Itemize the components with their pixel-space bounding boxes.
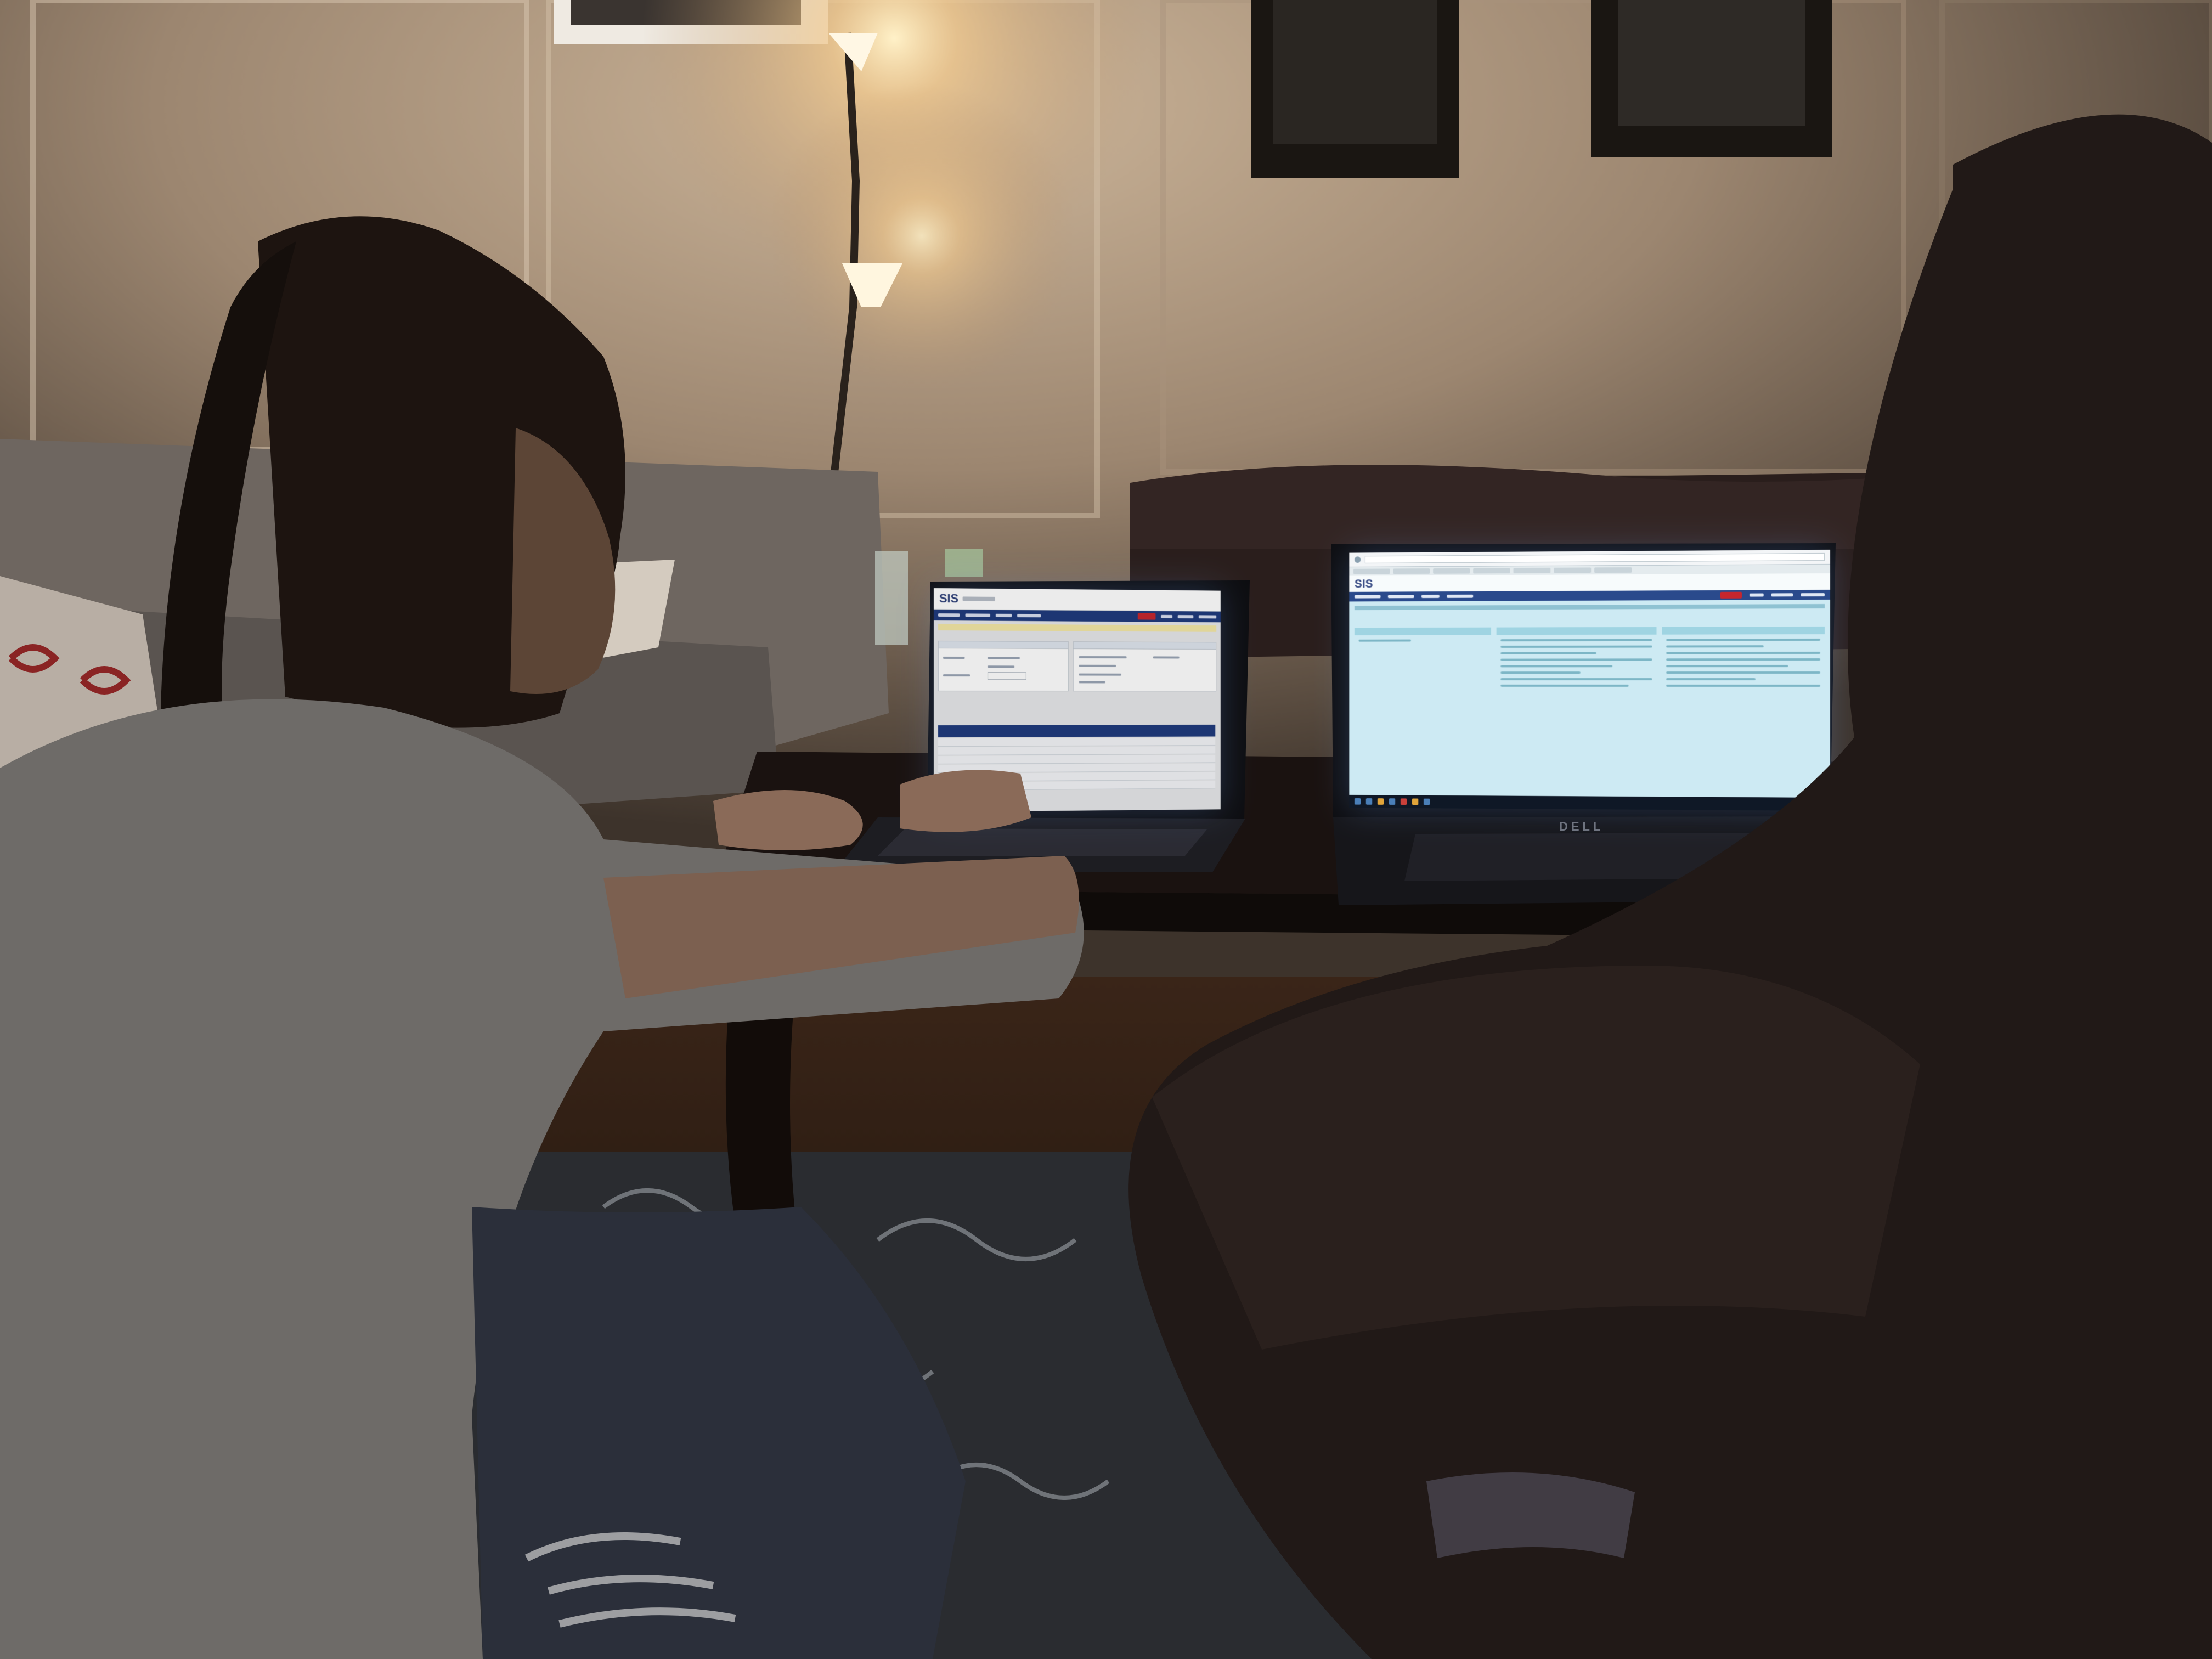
living-room-scene: SIS SIS DELL bbox=[0, 0, 2212, 1659]
woman-left-hand bbox=[713, 790, 863, 850]
woman-jeans bbox=[472, 1207, 966, 1659]
people-foreground bbox=[0, 114, 2212, 1659]
laptop-brand-logo: DELL bbox=[1559, 820, 1604, 833]
shorts-logo bbox=[1426, 1472, 1635, 1558]
hooded-person bbox=[1128, 114, 2212, 1659]
woman-right-hand bbox=[900, 770, 1031, 832]
